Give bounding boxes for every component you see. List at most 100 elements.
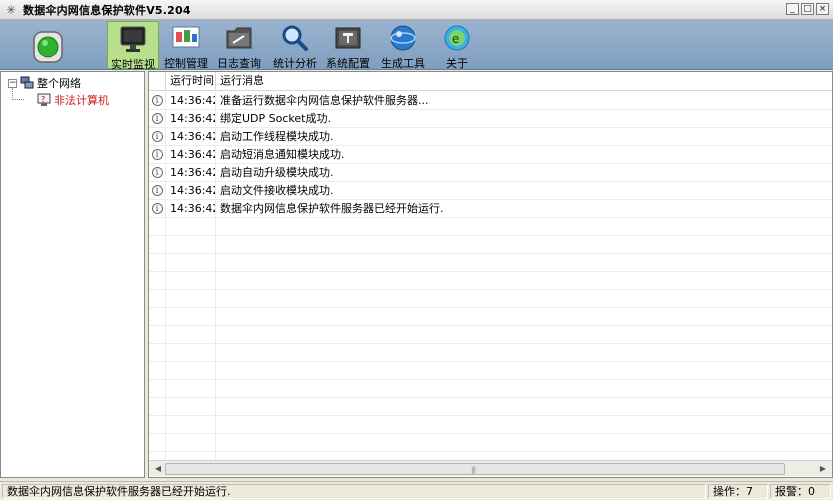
row-icon-cell: i: [149, 146, 166, 163]
header-run-message[interactable]: 运行消息: [216, 72, 832, 91]
tab-log-query[interactable]: 日志查询: [213, 21, 265, 70]
log-time: [166, 362, 216, 379]
tree-node-whole-network[interactable]: − 整个网络: [8, 75, 81, 91]
empty-grid-row: [149, 416, 832, 434]
network-tree: − 整个网络 ? 非法计算机: [0, 71, 145, 478]
horizontal-scrollbar[interactable]: ◀ ||| ▶: [149, 460, 832, 476]
monitor-icon: [117, 24, 149, 54]
log-time: 14:36:42: [166, 164, 216, 181]
log-message: 启动自动升级模块成功.: [220, 166, 334, 179]
status-bar: 数据伞内网信息保护软件服务器已经开始运行. 操作：7 报警：0: [0, 481, 833, 500]
empty-grid-row: [149, 398, 832, 416]
row-icon-cell: [149, 254, 166, 271]
row-icon-cell: [149, 218, 166, 235]
log-row[interactable]: i 14:36:42 启动文件接收模块成功.: [149, 182, 832, 200]
log-time: [166, 308, 216, 325]
empty-grid-row: [149, 434, 832, 452]
title-bar: ✳ 数据伞内网信息保护软件V5.204 _ □ ×: [0, 0, 833, 20]
network-computers-icon: [20, 76, 34, 89]
row-icon-cell: [149, 434, 166, 451]
tab-label: 控制管理: [164, 57, 208, 70]
tab-realtime-monitor[interactable]: 实时监视: [107, 21, 159, 71]
log-row[interactable]: i 14:36:42 启动工作线程模块成功.: [149, 128, 832, 146]
minimize-button[interactable]: _: [786, 3, 799, 15]
log-time: 14:36:42: [166, 200, 216, 217]
row-icon-cell: [149, 344, 166, 361]
header-icon-column[interactable]: [149, 72, 166, 91]
start-server-button[interactable]: [28, 28, 68, 66]
tab-label: 关于: [446, 57, 468, 70]
log-message: [216, 398, 832, 415]
row-icon-cell: [149, 380, 166, 397]
tab-system-config[interactable]: 系统配置: [322, 21, 374, 70]
tab-control-manage[interactable]: 控制管理: [160, 21, 212, 70]
log-time: [166, 290, 216, 307]
system-config-icon: [332, 23, 364, 53]
row-icon-cell: i: [149, 110, 166, 127]
empty-grid-row: [149, 344, 832, 362]
tree-node-label: 整个网络: [37, 77, 81, 90]
log-time: [166, 218, 216, 235]
power-globe-icon: [33, 31, 63, 63]
unknown-computer-icon: ?: [37, 93, 51, 106]
header-run-time[interactable]: 运行时间: [166, 72, 216, 91]
generate-tool-icon: [387, 23, 419, 53]
info-icon: i: [151, 167, 163, 178]
log-time: [166, 434, 216, 451]
app-icon[interactable]: ✳: [3, 2, 19, 18]
tab-label: 生成工具: [381, 57, 425, 70]
info-icon: i: [151, 131, 163, 142]
log-time: [166, 326, 216, 343]
log-message: [216, 236, 832, 253]
tree-node-illegal-computer[interactable]: ? 非法计算机: [37, 92, 109, 108]
empty-grid-row: [149, 380, 832, 398]
window-controls: _ □ ×: [786, 3, 829, 15]
log-row[interactable]: i 14:36:42 启动短消息通知模块成功.: [149, 146, 832, 164]
empty-grid-row: [149, 254, 832, 272]
log-time: 14:36:42: [166, 182, 216, 199]
log-message: [216, 218, 832, 235]
collapse-toggle-icon[interactable]: −: [8, 78, 17, 88]
log-message: 绑定UDP Socket成功.: [220, 112, 331, 125]
log-header: 运行时间 运行消息: [149, 72, 832, 91]
log-row[interactable]: i 14:36:42 启动自动升级模块成功.: [149, 164, 832, 182]
row-icon-cell: [149, 326, 166, 343]
empty-grid-row: [149, 362, 832, 380]
row-icon-cell: [149, 236, 166, 253]
info-icon: i: [151, 185, 163, 196]
close-button[interactable]: ×: [816, 3, 829, 15]
restore-button[interactable]: □: [801, 3, 814, 15]
log-message: [216, 434, 832, 451]
status-operations: 操作：7: [708, 484, 768, 499]
empty-grid-row: [149, 236, 832, 254]
row-icon-cell: i: [149, 200, 166, 217]
tree-node-label: 非法计算机: [54, 94, 109, 107]
runtime-log-list[interactable]: 运行时间 运行消息 i 14:36:42 准备运行数据伞内网信息保护软件服务器...…: [148, 71, 833, 478]
log-message: 准备运行数据伞内网信息保护软件服务器...: [220, 94, 429, 107]
scroll-left-icon[interactable]: ◀: [151, 462, 165, 476]
log-row[interactable]: i 14:36:42 绑定UDP Socket成功.: [149, 110, 832, 128]
status-alarms: 报警：0: [770, 484, 831, 499]
scroll-right-icon[interactable]: ▶: [816, 462, 830, 476]
control-manage-icon: [170, 23, 202, 53]
log-message: [216, 272, 832, 289]
grip-icon: |||: [471, 466, 476, 474]
row-icon-cell: [149, 272, 166, 289]
log-time: 14:36:42: [166, 128, 216, 145]
svg-text:e: e: [452, 32, 459, 46]
log-row[interactable]: i 14:36:42 数据伞内网信息保护软件服务器已经开始运行.: [149, 200, 832, 218]
log-time: [166, 398, 216, 415]
log-time: [166, 236, 216, 253]
status-message: 数据伞内网信息保护软件服务器已经开始运行.: [2, 484, 706, 499]
log-time: [166, 272, 216, 289]
scrollbar-thumb[interactable]: |||: [165, 463, 785, 475]
tab-statistics[interactable]: 统计分析: [269, 21, 321, 70]
tab-about[interactable]: e 关于: [431, 21, 483, 70]
empty-grid-row: [149, 290, 832, 308]
log-row[interactable]: i 14:36:42 准备运行数据伞内网信息保护软件服务器...: [149, 92, 832, 110]
log-time: [166, 380, 216, 397]
magnifier-icon: [279, 23, 311, 53]
tab-label: 日志查询: [217, 57, 261, 70]
tab-generate-tool[interactable]: 生成工具: [377, 21, 429, 70]
row-icon-cell: [149, 308, 166, 325]
